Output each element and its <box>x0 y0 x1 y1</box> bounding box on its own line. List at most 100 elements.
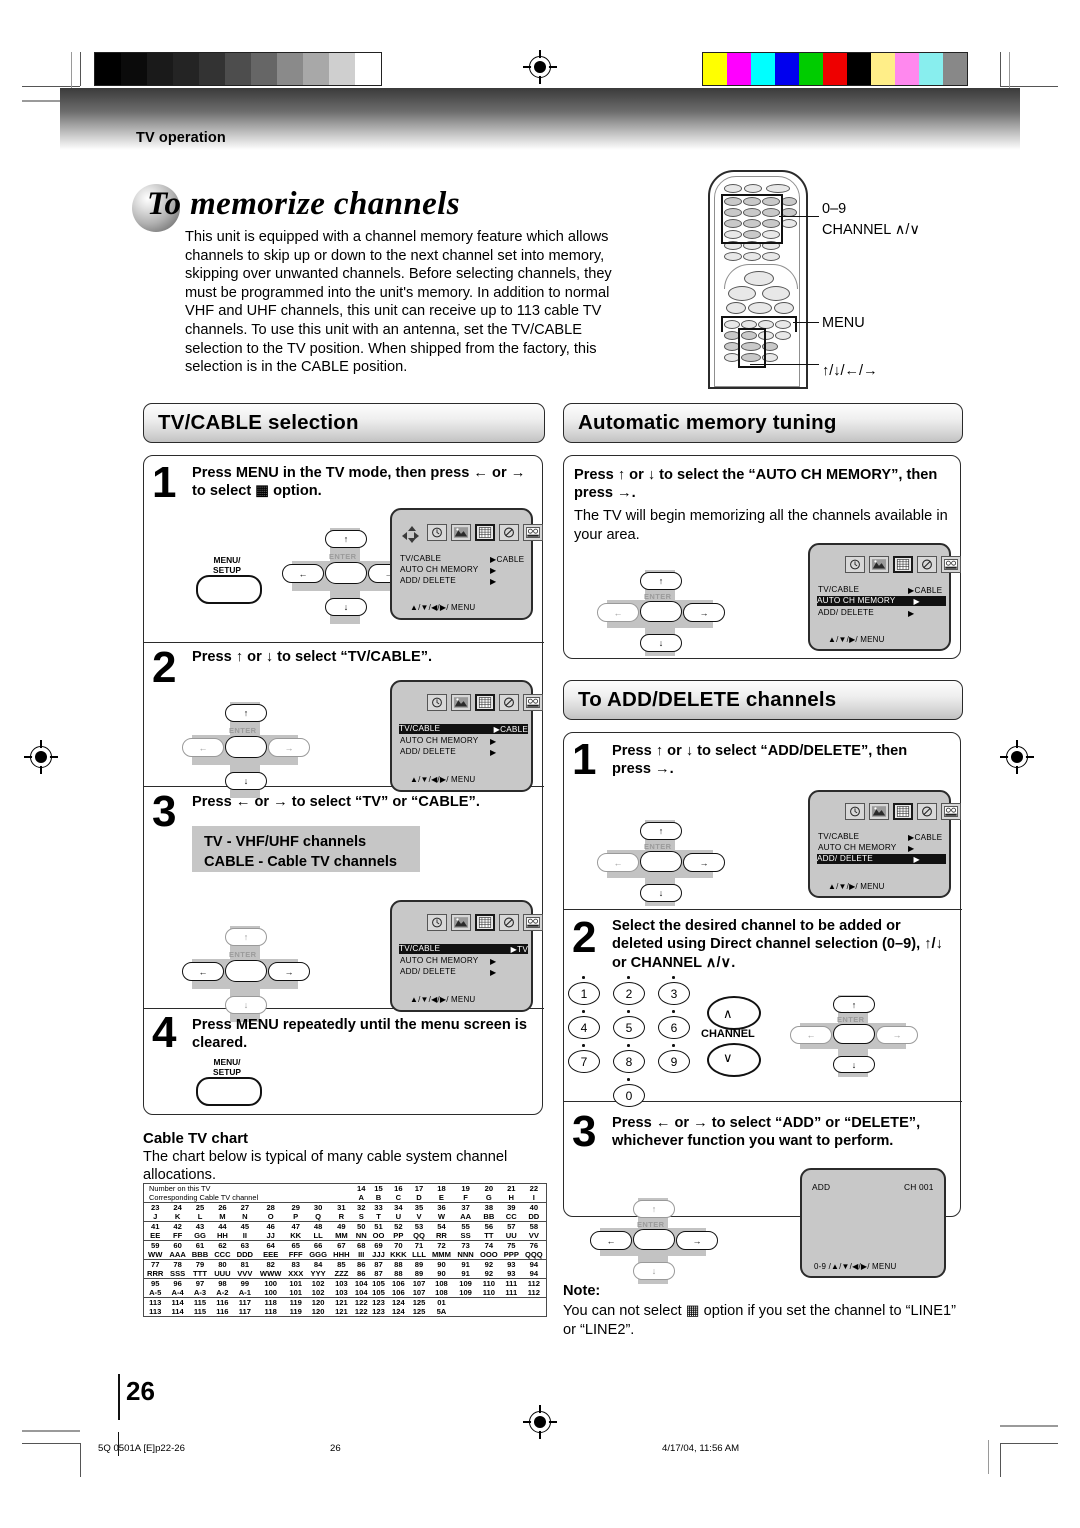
dpad-down-3[interactable]: ↓ <box>225 996 267 1014</box>
keypad-key-1[interactable]: 1 <box>568 982 600 1005</box>
osd-row-autoch-1[interactable]: AUTO CH MEMORY <box>400 565 478 574</box>
keypad-key-5[interactable]: 5 <box>613 1016 645 1039</box>
dpad-enter-1[interactable] <box>325 562 367 584</box>
osd-row-tvcable-add1[interactable]: TV/CABLE <box>818 832 859 841</box>
registration-mark-top <box>523 50 557 84</box>
dpad-down-1[interactable]: ↓ <box>325 598 367 616</box>
dpad-right-add2[interactable]: → <box>876 1026 918 1044</box>
clock-icon[interactable] <box>427 694 447 711</box>
osd-row-autoch-3[interactable]: AUTO CH MEMORY <box>400 956 478 965</box>
clock-icon[interactable] <box>427 914 447 931</box>
dpad-up-3[interactable]: ↑ <box>225 928 267 946</box>
picture-icon[interactable] <box>451 694 471 711</box>
dpad-left-add1[interactable]: ← <box>597 853 639 872</box>
chart-cell: 93 93 <box>500 1259 522 1279</box>
dpad-down-auto[interactable]: ↓ <box>640 634 682 652</box>
chart-cell: 94 94 <box>521 1259 546 1279</box>
vchip-lock-icon[interactable] <box>499 524 519 541</box>
osd-arrow-adddelete-1: ▶ <box>490 577 497 586</box>
dpad-up-add2[interactable]: ↑ <box>833 996 875 1013</box>
dpad-up-2[interactable]: ↑ <box>225 704 267 722</box>
dpad-enter-add2[interactable] <box>833 1024 875 1044</box>
dpad-cluster-add3: ↑ ENTER ← → ↓ <box>590 1198 718 1290</box>
keypad-key-7[interactable]: 7 <box>568 1050 600 1073</box>
picture-icon[interactable] <box>869 803 889 820</box>
dpad-up-auto[interactable]: ↑ <box>640 572 682 590</box>
osd-row-tvcable-auto[interactable]: TV/CABLE <box>818 585 859 594</box>
keypad-key-4[interactable]: 4 <box>568 1016 600 1039</box>
osd-row-autoch-auto[interactable]: AUTO CH MEMORY ▶ <box>817 596 946 606</box>
clock-icon[interactable] <box>845 803 865 820</box>
osd-row-autoch-add1[interactable]: AUTO CH MEMORY <box>818 843 896 852</box>
dpad-left-auto[interactable]: ← <box>597 603 639 622</box>
chart-cell: 121 121 <box>330 1297 353 1316</box>
osd-arrow-autoch-add1: ▶ <box>908 844 915 853</box>
dpad-right-add3[interactable]: → <box>676 1231 718 1250</box>
dpad-right-2[interactable]: → <box>268 738 310 757</box>
dpad-left-add3[interactable]: ← <box>590 1231 632 1250</box>
dpad-enter-add1[interactable] <box>640 851 682 872</box>
dpad-enter-auto[interactable] <box>640 601 682 622</box>
osd-row-tvcable-2[interactable]: TV/CABLE ▶CABLE <box>399 724 528 734</box>
dpad-down-add1[interactable]: ↓ <box>640 884 682 902</box>
channel-grid-icon[interactable] <box>475 524 495 541</box>
picture-icon[interactable] <box>451 524 471 541</box>
channel-grid-icon[interactable] <box>475 694 495 711</box>
chart-cell: 54 RR <box>428 1221 455 1241</box>
osd-row-adddelete-3[interactable]: ADD/ DELETE <box>400 967 456 976</box>
dpad-left-add2[interactable]: ← <box>790 1026 832 1044</box>
vcr-icon[interactable] <box>523 914 543 931</box>
dpad-enter-3[interactable] <box>225 960 267 982</box>
vcr-icon[interactable] <box>941 803 961 820</box>
osd-row-adddelete-add1[interactable]: ADD/ DELETE ▶ <box>817 854 946 864</box>
osd-row-tvcable-3[interactable]: TV/CABLE ▶TV <box>399 944 528 954</box>
dpad-left-2[interactable]: ← <box>182 738 224 757</box>
osd-row-adddelete-1[interactable]: ADD/ DELETE <box>400 576 456 585</box>
picture-icon[interactable] <box>451 914 471 931</box>
dpad-left-1[interactable]: ← <box>282 564 324 583</box>
channel-grid-icon[interactable] <box>893 556 913 573</box>
dpad-down-add3[interactable]: ↓ <box>633 1262 675 1280</box>
osd-row-adddelete-2[interactable]: ADD/ DELETE <box>400 747 456 756</box>
channel-grid-icon[interactable] <box>475 914 495 931</box>
clock-icon[interactable] <box>427 524 447 541</box>
osd-screen-auto: TV/CABLE ▶CABLE AUTO CH MEMORY ▶ ADD/ DEL… <box>808 543 961 651</box>
dpad-up-add1[interactable]: ↑ <box>640 822 682 840</box>
dpad-right-auto[interactable]: → <box>683 603 725 622</box>
keypad-key-6[interactable]: 6 <box>658 1016 690 1039</box>
vcr-icon[interactable] <box>941 556 961 573</box>
dpad-up-add3[interactable]: ↑ <box>633 1200 675 1218</box>
chart-cell: 24 K <box>166 1202 189 1222</box>
keypad-key-8[interactable]: 8 <box>613 1050 645 1073</box>
vchip-lock-icon[interactable] <box>499 914 519 931</box>
channel-down-button[interactable] <box>707 1043 761 1077</box>
dpad-down-2[interactable]: ↓ <box>225 772 267 790</box>
dpad-left-3[interactable]: ← <box>182 962 224 981</box>
keypad-key-3[interactable]: 3 <box>658 982 690 1005</box>
menu-setup-button-4[interactable] <box>196 1077 262 1106</box>
dpad-down-add2[interactable]: ↓ <box>833 1056 875 1073</box>
dpad-up-1[interactable]: ↑ <box>325 530 367 548</box>
clock-icon[interactable] <box>845 556 865 573</box>
keypad-key-2[interactable]: 2 <box>613 982 645 1005</box>
vchip-lock-icon[interactable] <box>917 803 937 820</box>
vcr-icon[interactable] <box>523 524 543 541</box>
vchip-lock-icon[interactable] <box>917 556 937 573</box>
picture-icon[interactable] <box>869 556 889 573</box>
menu-setup-button-1[interactable] <box>196 575 262 604</box>
keypad-key-0[interactable]: 0 <box>613 1084 645 1107</box>
dpad-right-3[interactable]: → <box>268 962 310 981</box>
osd-arrow-autoch-1: ▶ <box>490 566 497 575</box>
dpad-right-add1[interactable]: → <box>683 853 725 872</box>
osd-row-tvcable-1[interactable]: TV/CABLE <box>400 554 441 563</box>
vchip-lock-icon[interactable] <box>499 694 519 711</box>
osd-row-adddelete-auto[interactable]: ADD/ DELETE <box>818 608 874 617</box>
dpad-enter-add3[interactable] <box>633 1229 675 1250</box>
keypad-key-9[interactable]: 9 <box>658 1050 690 1073</box>
osd-row-autoch-2[interactable]: AUTO CH MEMORY <box>400 736 478 745</box>
vcr-icon[interactable] <box>523 694 543 711</box>
chart-cell: 61 BBB <box>188 1240 212 1260</box>
dpad-enter-2[interactable] <box>225 736 267 758</box>
channel-grid-icon[interactable] <box>893 803 913 820</box>
channel-up-button[interactable] <box>707 996 761 1030</box>
